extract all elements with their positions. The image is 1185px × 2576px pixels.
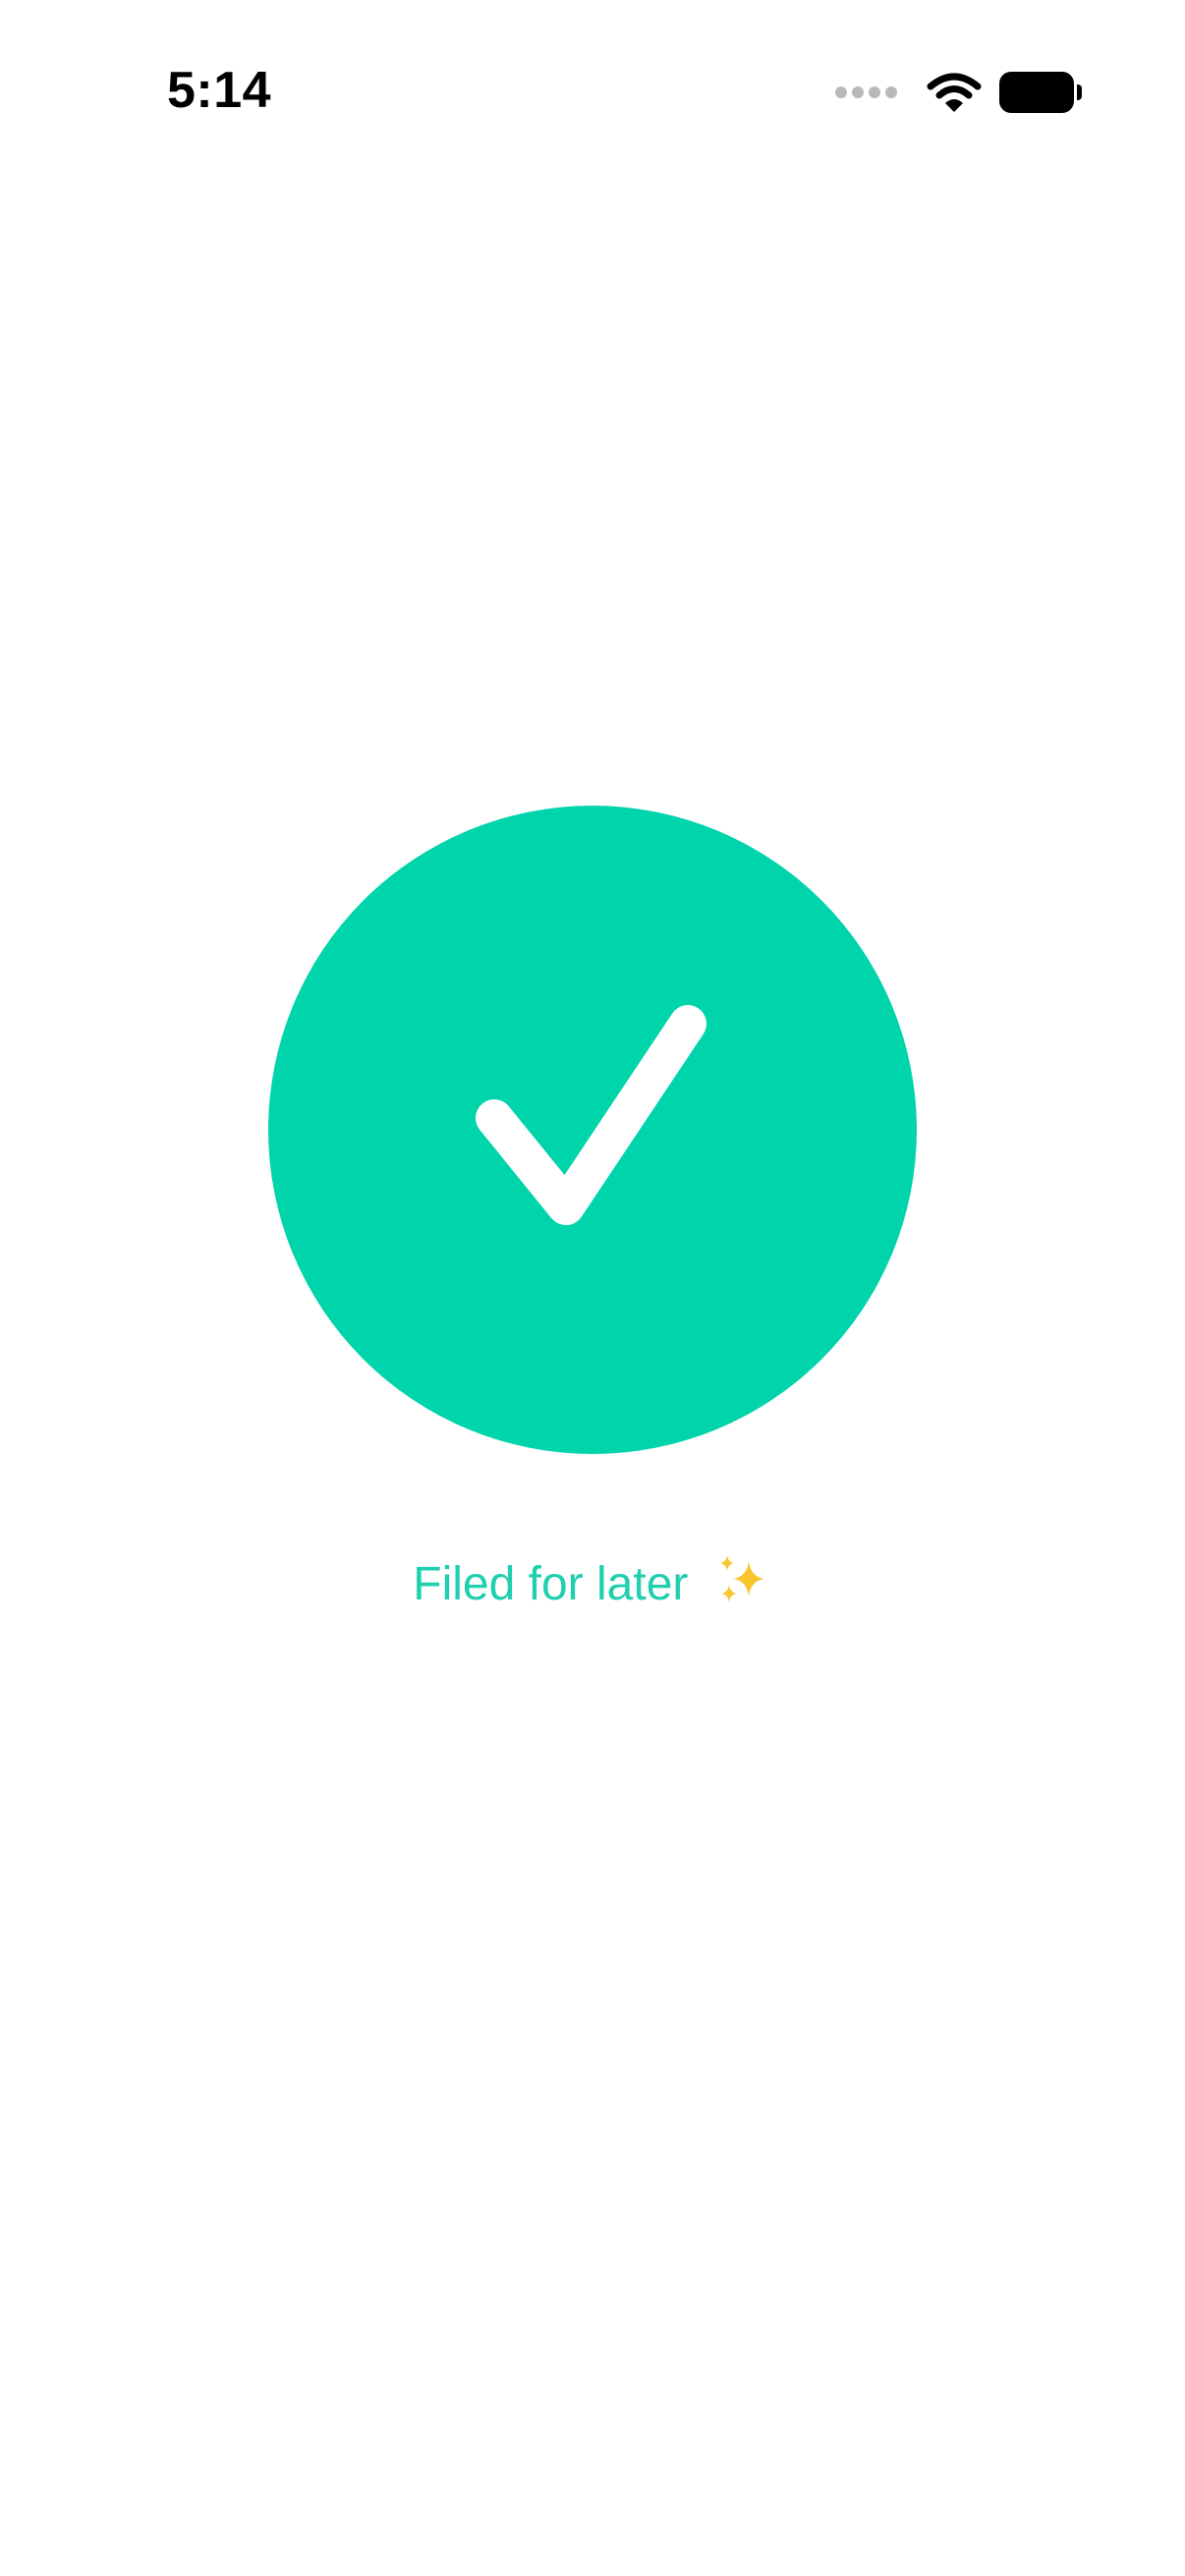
confirmation-message: Filed for later (0, 1555, 1185, 1616)
checkmark-icon (476, 1005, 706, 1225)
success-check-circle (268, 806, 917, 1454)
status-indicators (830, 71, 1082, 114)
battery-icon (999, 72, 1082, 113)
confirmation-text: Filed for later (413, 1558, 689, 1610)
wifi-icon (927, 73, 982, 112)
signal-dots-icon (830, 86, 897, 98)
status-time: 5:14 (167, 62, 272, 119)
sparkles-icon (719, 1555, 764, 1603)
status-bar: 5:14 (0, 0, 1185, 196)
